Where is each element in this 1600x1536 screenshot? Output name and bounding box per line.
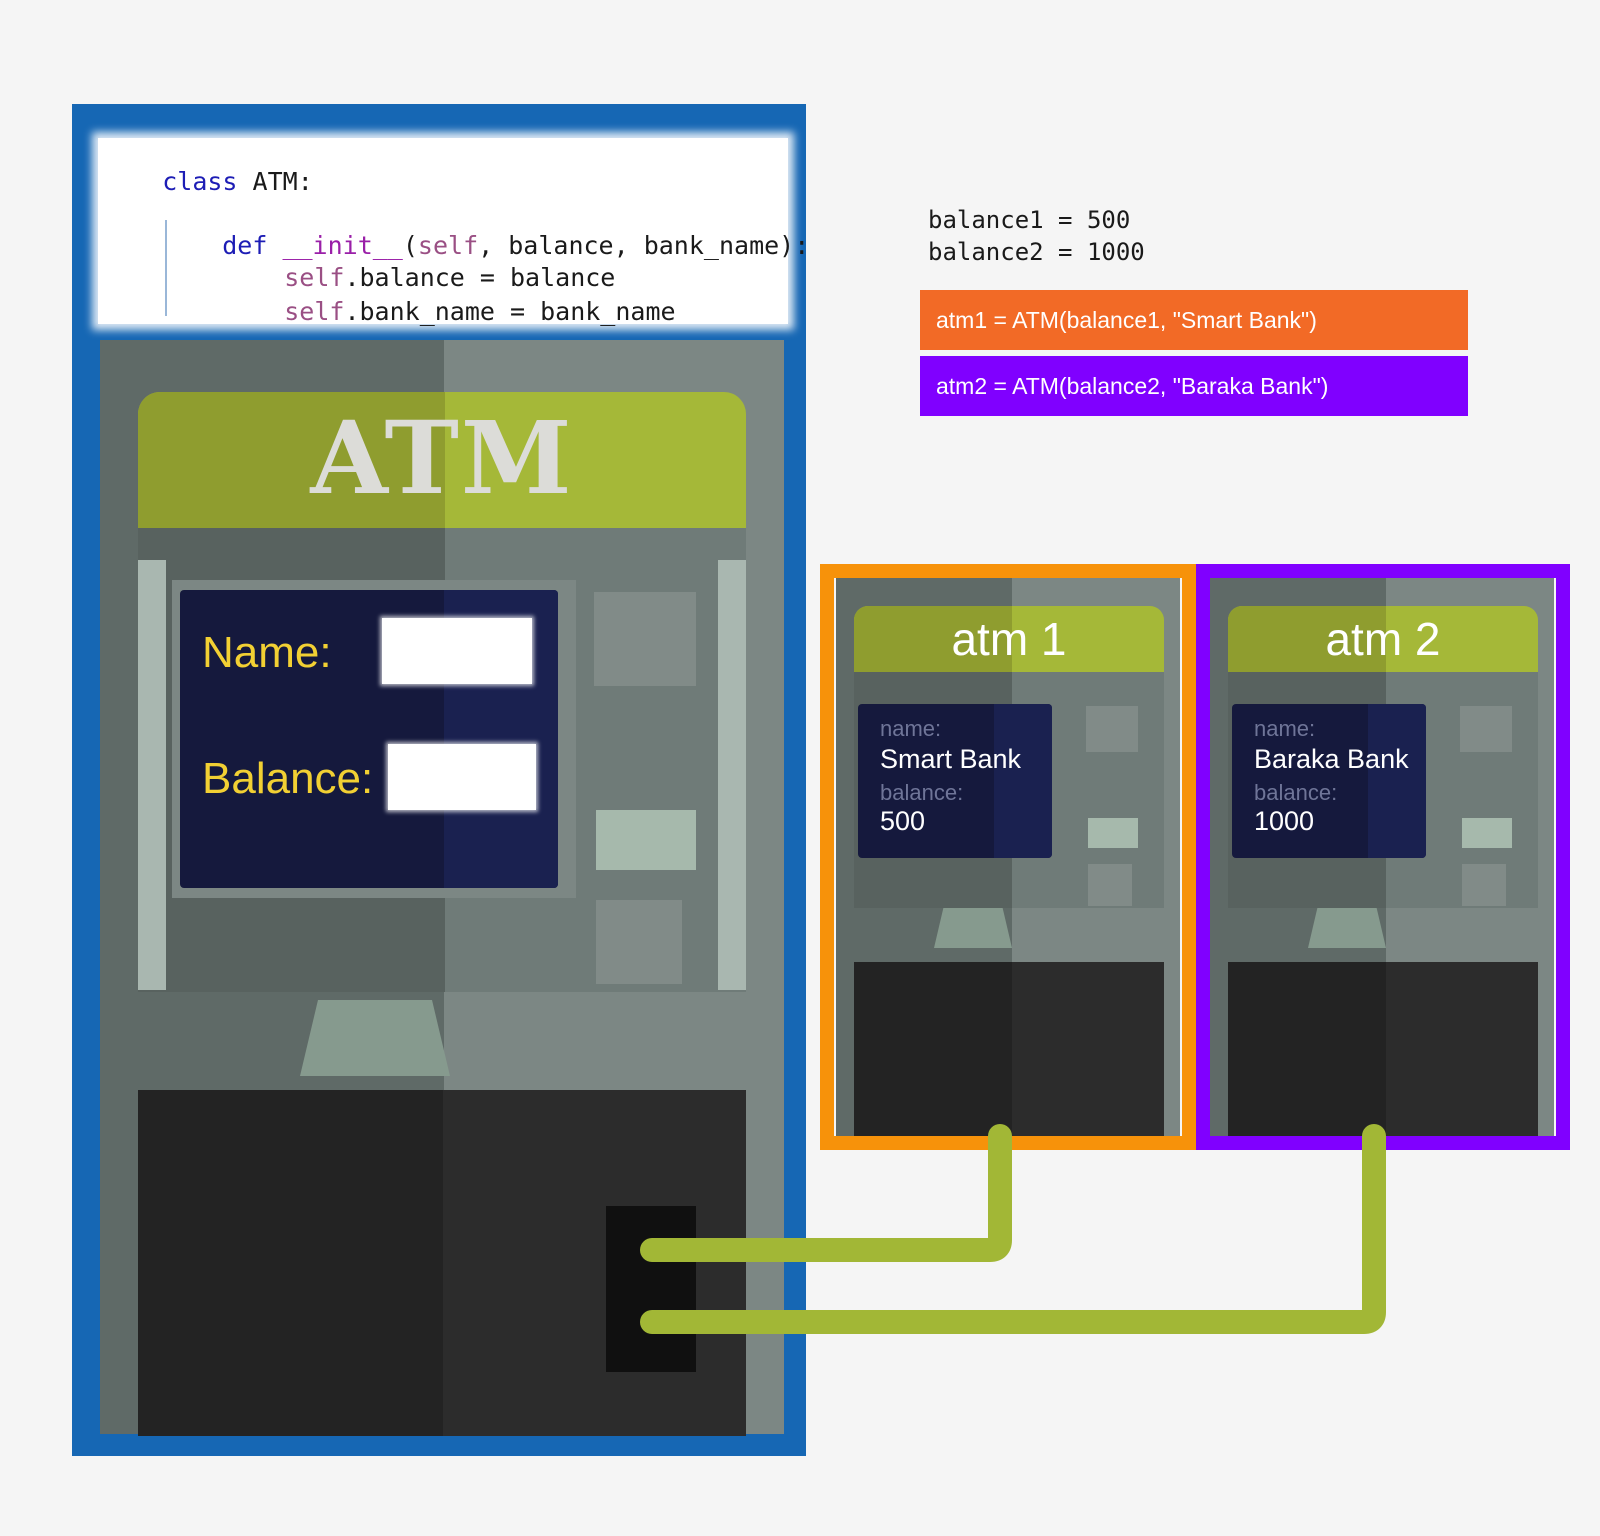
atm1-title: atm 1 bbox=[951, 613, 1067, 665]
atm2-name-key: name: bbox=[1254, 716, 1316, 741]
atm2-title: atm 2 bbox=[1325, 613, 1441, 665]
code-line-bank-name: self.bank_name = bank_name bbox=[284, 297, 676, 326]
atm2-card-slot bbox=[1462, 818, 1512, 848]
atm1-lower-cabinet bbox=[854, 962, 1164, 1136]
atm2-balance-value: 1000 bbox=[1254, 806, 1315, 836]
atm-header: ATM bbox=[138, 392, 746, 528]
atm-title: ATM bbox=[310, 399, 574, 517]
atm2-cash-tray bbox=[1308, 908, 1386, 948]
balance-field bbox=[388, 744, 536, 810]
name-field bbox=[382, 618, 532, 684]
atm1-instantiation: atm1 = ATM(balance1, "Smart Bank") bbox=[920, 290, 1468, 350]
atm1-screen: name: Smart Bank balance: 500 bbox=[858, 704, 1052, 858]
atm-panel-square bbox=[594, 592, 696, 686]
atm2-keypad bbox=[1462, 864, 1506, 906]
atm2-instance: atm 2 name: Baraka Bank balance: 1000 bbox=[1210, 578, 1554, 1136]
class-code-block: class ATM: def __init__(self, balance, b… bbox=[98, 138, 809, 326]
keyword-class: class bbox=[162, 167, 238, 196]
atm2-screen: name: Baraka Bank balance: 1000 bbox=[1232, 704, 1426, 858]
atm1-name-key: name: bbox=[880, 716, 942, 741]
atm2-panel-square bbox=[1460, 706, 1512, 752]
atm2-header: atm 2 bbox=[1228, 606, 1538, 672]
class-name: ATM: bbox=[237, 167, 313, 196]
atm2-lower-cabinet bbox=[1228, 962, 1538, 1136]
balance1-assignment: balance1 = 500 bbox=[928, 206, 1131, 234]
name-label: Name: bbox=[202, 628, 332, 677]
atm1-balance-value: 500 bbox=[880, 806, 926, 836]
atm2-instantiation: atm2 = ATM(balance2, "Baraka Bank") bbox=[920, 356, 1468, 416]
atm-cash-tray bbox=[300, 1000, 450, 1076]
atm-output-slot bbox=[606, 1206, 696, 1372]
atm-card-slot bbox=[596, 810, 696, 870]
atm-screen: Name: Balance: bbox=[180, 590, 558, 888]
atm1-cash-tray bbox=[934, 908, 1012, 948]
atm1-instance: atm 1 name: Smart Bank balance: 500 bbox=[836, 578, 1180, 1136]
atm2-balance-key: balance: bbox=[1254, 780, 1338, 805]
atm-keypad bbox=[596, 900, 682, 984]
atm1-name-value: Smart Bank bbox=[880, 744, 1022, 774]
atm1-panel-square bbox=[1086, 706, 1138, 752]
balance2-assignment: balance2 = 1000 bbox=[928, 238, 1145, 266]
atm-right-trim bbox=[718, 560, 746, 990]
atm2-name-value: Baraka Bank bbox=[1254, 744, 1409, 774]
atm1-header: atm 1 bbox=[854, 606, 1164, 672]
atm-left-trim bbox=[138, 560, 166, 990]
atm1-balance-key: balance: bbox=[880, 780, 964, 805]
atm1-card-slot bbox=[1088, 818, 1138, 848]
atm1-keypad bbox=[1088, 864, 1132, 906]
balance-label: Balance: bbox=[202, 754, 374, 803]
